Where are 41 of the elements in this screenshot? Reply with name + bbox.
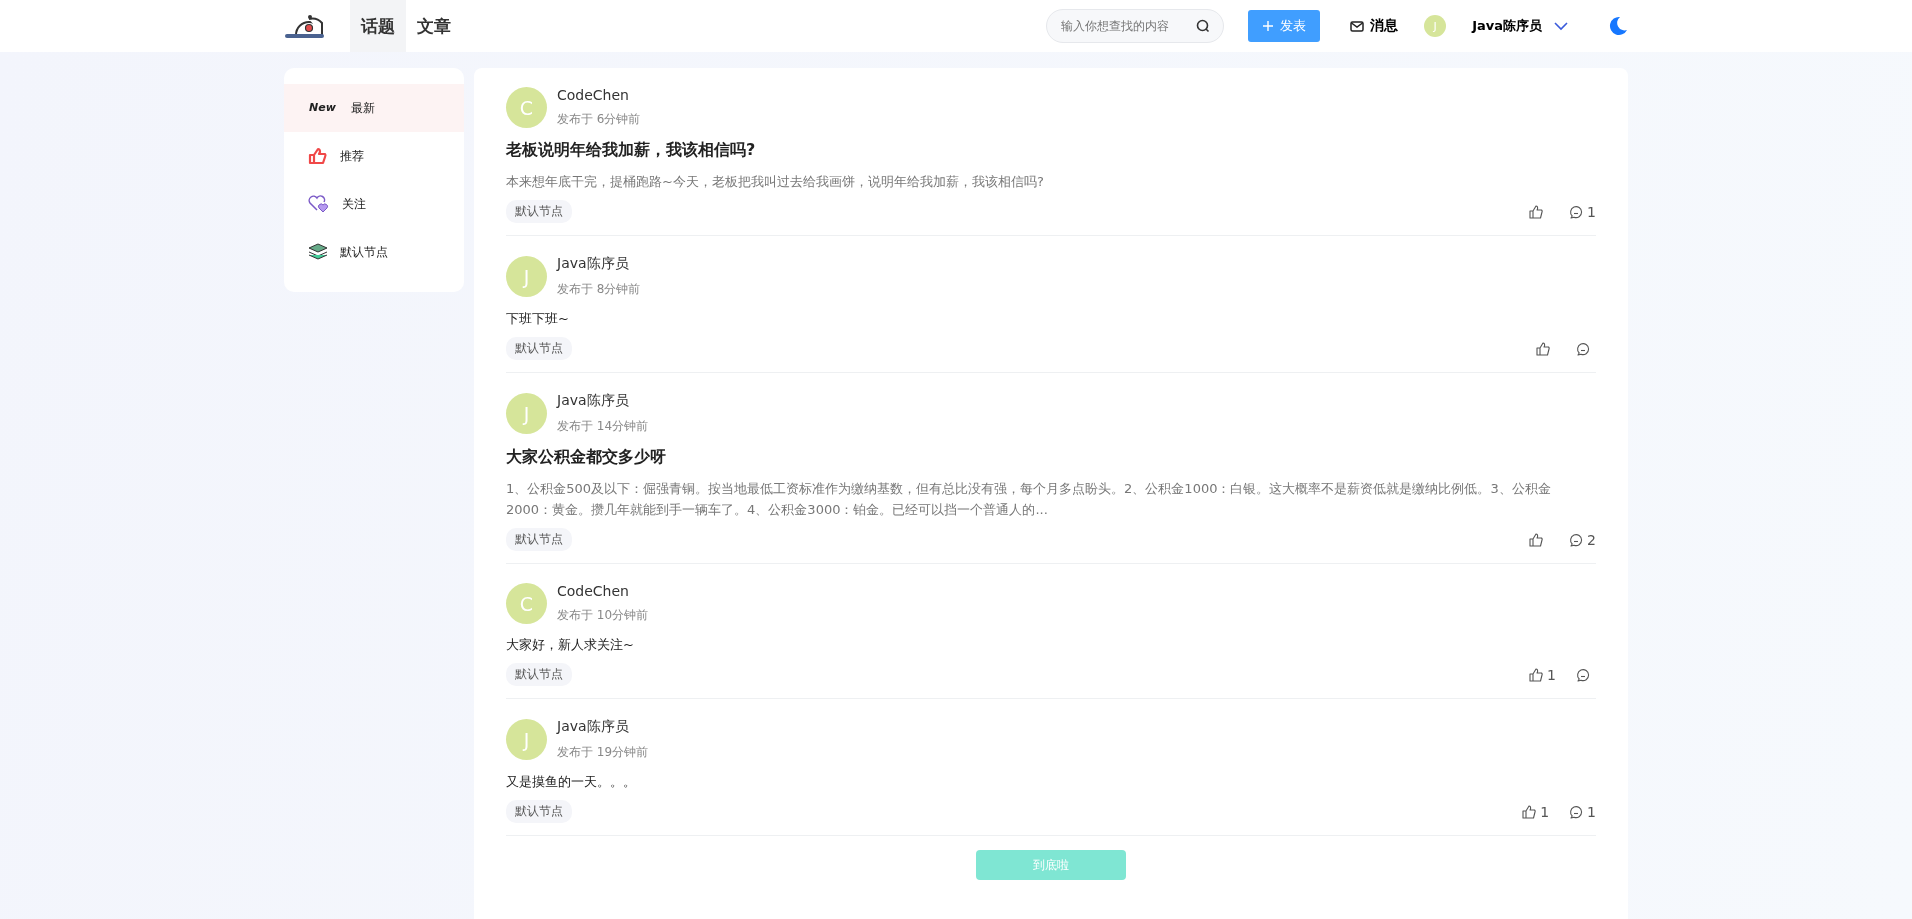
post-text: 1、公积金500及以下：倔强青铜。按当地最低工资标准作为缴纳基数，但有总比没有强，每个月多点盼头。2、公积金1000：白银。这大概率不是薪资低就是缴纳比例低。3、公积金2000：黄金。攒几年就能到手一辆车了。4、公积金3000：铂金。已经可以挡一个普通人的... bbox=[506, 480, 1552, 519]
mail-icon bbox=[1350, 20, 1365, 32]
hearts-icon bbox=[308, 195, 330, 213]
post-time: 发布于 6分钟前 bbox=[557, 111, 641, 128]
chevron-down-icon bbox=[1554, 21, 1568, 31]
author-name[interactable]: CodeChen bbox=[557, 87, 641, 103]
thumbs-up-icon bbox=[308, 147, 328, 165]
comment-button[interactable]: 2 bbox=[1569, 531, 1596, 548]
node-tag[interactable]: 默认节点 bbox=[506, 800, 572, 823]
like-button[interactable]: 1 bbox=[1529, 666, 1556, 683]
comment-button[interactable]: 1 bbox=[1569, 203, 1596, 220]
post-text: 本来想年底干完，提桶跑路~今天，老板把我叫过去给我画饼，说明年给我加薪，我该相信吗? bbox=[506, 173, 1045, 191]
user-menu[interactable]: Java陈序员 bbox=[1466, 16, 1574, 36]
new-label: New bbox=[308, 101, 337, 115]
comment-button[interactable]: 1 bbox=[1569, 803, 1596, 820]
author-name[interactable]: Java陈序员 bbox=[557, 392, 649, 410]
post-title[interactable]: 大家公积金都交多少呀 bbox=[506, 447, 1596, 468]
post-time: 发布于 8分钟前 bbox=[557, 281, 641, 298]
post-time: 发布于 10分钟前 bbox=[557, 607, 649, 624]
author-name[interactable]: CodeChen bbox=[557, 583, 649, 599]
node-tag[interactable]: 默认节点 bbox=[506, 528, 572, 551]
like-button[interactable]: 1 bbox=[1522, 803, 1550, 820]
node-tag[interactable]: 默认节点 bbox=[506, 200, 572, 223]
search-field[interactable]: 输入你想查找的内容 bbox=[1046, 9, 1225, 43]
sidebar-item[interactable]: New 最新 bbox=[284, 84, 464, 132]
author-name[interactable]: Java陈序员 bbox=[557, 255, 641, 273]
moon-icon[interactable] bbox=[1608, 16, 1628, 36]
nav-tab[interactable]: 话题 bbox=[350, 0, 406, 52]
post-time: 发布于 14分钟前 bbox=[557, 418, 649, 435]
author-name[interactable]: Java陈序员 bbox=[557, 718, 649, 736]
plus-icon bbox=[1262, 20, 1275, 32]
post-text: 下班下班~ bbox=[506, 310, 570, 328]
messages-link[interactable]: 消息 bbox=[1344, 16, 1405, 36]
search-icon[interactable] bbox=[1196, 19, 1211, 33]
stack-icon bbox=[308, 243, 328, 261]
post-title[interactable]: 老板说明年给我加薪，我该相信吗? bbox=[506, 140, 1596, 161]
post-text: 大家好，新人求关注~ bbox=[506, 636, 635, 654]
post-time: 发布于 19分钟前 bbox=[557, 744, 649, 761]
post-text: 又是摸鱼的一天。。。 bbox=[506, 773, 637, 791]
node-tag[interactable]: 默认节点 bbox=[506, 663, 572, 686]
node-tag[interactable]: 默认节点 bbox=[506, 337, 572, 360]
